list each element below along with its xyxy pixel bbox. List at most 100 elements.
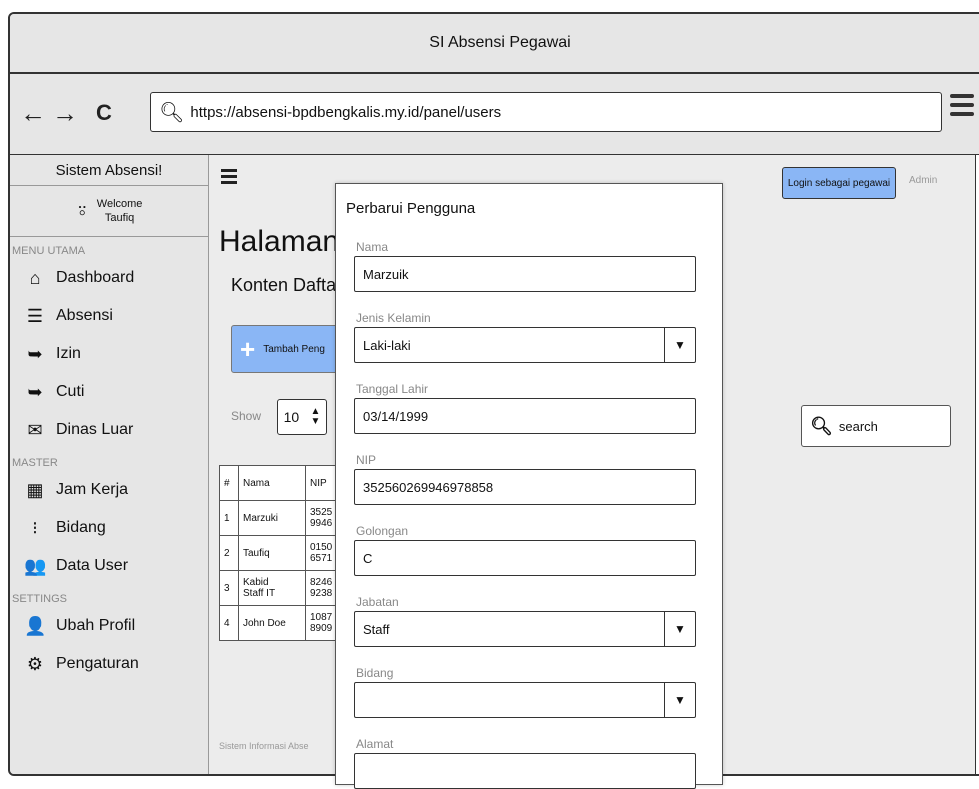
sidebar-item-data-user[interactable]: 👥 Data User xyxy=(10,547,208,585)
field-label: Golongan xyxy=(356,524,409,538)
search-icon: 🔍︎ xyxy=(810,415,833,436)
jabatan-select[interactable]: Staff ▼ xyxy=(354,611,696,647)
chevron-down-icon: ▼ xyxy=(664,328,695,362)
login-as-pegawai-button[interactable]: Login sebagai pegawai xyxy=(782,167,896,199)
list-icon: ☰ xyxy=(26,305,44,326)
window-titlebar: SI Absensi Pegawai xyxy=(10,14,979,74)
sidebar-item-label: Ubah Profil xyxy=(56,617,136,634)
field-label: Jabatan xyxy=(356,595,399,609)
search-placeholder: search xyxy=(838,418,878,434)
sidebar-nav: MENU UTAMA ⌂ Dashboard ☰ Absensi ➥ Izin ➥ Cuti ✉ D… xyxy=(10,237,208,683)
users-icon: 👥 xyxy=(24,555,47,576)
golongan-field[interactable]: C xyxy=(354,540,696,576)
signin-icon: ➥ xyxy=(27,343,43,364)
page-subtitle: Konten Dafta xyxy=(231,275,337,295)
field-value: Marzuik xyxy=(363,266,409,282)
update-user-modal: Perbarui Pengguna Nama Marzuik Jenis Kelam… xyxy=(335,183,723,789)
show-label: Show xyxy=(231,409,262,423)
window-title: SI Absensi Pegawai xyxy=(429,34,571,51)
nip-field[interactable]: 352560269946978858 xyxy=(354,469,696,505)
sidebar-item-dinas-luar[interactable]: ✉ Dinas Luar xyxy=(10,411,208,449)
sidebar-item-bidang[interactable]: ⁝ Bidang xyxy=(10,509,208,547)
stepper-icon: ▲ ▼ xyxy=(310,406,321,427)
browser-menu-icon[interactable] xyxy=(950,94,974,121)
sidebar-section-title: SETTINGS xyxy=(12,593,68,605)
table-cell: 2 xyxy=(219,535,239,571)
grid-icon: ⁝ xyxy=(32,517,38,538)
page-size-value: 10 xyxy=(283,409,300,425)
field-value: C xyxy=(363,550,373,566)
sidebar-item-dashboard[interactable]: ⌂ Dashboard xyxy=(10,259,208,297)
table-search-input[interactable]: 🔍︎ search xyxy=(801,405,951,447)
sidebar-item-absensi[interactable]: ☰ Absensi xyxy=(10,297,208,335)
tanggal-lahir-field[interactable]: 03/14/1999 xyxy=(354,398,696,434)
home-icon: ⌂ xyxy=(29,267,41,288)
welcome-user: Taufiq xyxy=(104,212,135,224)
user-icon: 👤 xyxy=(24,615,47,636)
field-label: Alamat xyxy=(356,737,394,751)
sidebar-item-label: Pengaturan xyxy=(56,655,139,672)
jenis-kelamin-select[interactable]: Laki-laki ▼ xyxy=(354,327,696,363)
table-header[interactable]: # xyxy=(219,465,239,501)
table-cell: 4 xyxy=(219,605,239,641)
url-bar[interactable]: 🔍︎ https://absensi-bpdbengkalis.my.id/pa… xyxy=(150,92,942,132)
calendar-icon: ▦ xyxy=(26,479,44,500)
sidebar-item-ubah-profil[interactable]: 👤 Ubah Profil xyxy=(10,607,208,645)
field-label: Tanggal Lahir xyxy=(356,382,429,396)
sidebar-item-label: Bidang xyxy=(56,519,106,536)
search-icon: 🔍︎ xyxy=(159,101,185,124)
field-label: NIP xyxy=(356,453,377,467)
page-title: Halaman xyxy=(219,225,340,258)
sidebar: Sistem Absensi! ⍤ Welcome Taufiq MENU UTA… xyxy=(10,155,209,774)
sidebar-item-label: Absensi xyxy=(56,307,113,324)
forward-button[interactable]: → xyxy=(52,98,78,128)
field-label: Jenis Kelamin xyxy=(356,311,431,325)
gear-icon: ⚙ xyxy=(26,653,44,674)
add-user-label: Tambah Peng xyxy=(263,343,325,355)
table-cell: John Doe xyxy=(238,605,306,641)
envelope-icon: ✉ xyxy=(27,419,43,440)
field-value: 352560269946978858 xyxy=(363,479,494,495)
field-value: Staff xyxy=(363,621,390,637)
plus-icon: + xyxy=(240,334,256,364)
welcome-text: Welcome xyxy=(96,198,143,210)
reload-button[interactable]: C xyxy=(96,98,112,128)
sidebar-toggle-icon[interactable] xyxy=(221,169,237,187)
url-text: https://absensi-bpdbengkalis.my.id/panel… xyxy=(190,103,502,121)
page-scrollbar[interactable] xyxy=(975,155,979,774)
field-value: 03/14/1999 xyxy=(363,408,429,424)
table-cell: Kabid Staff IT xyxy=(238,570,306,606)
role-label: Admin xyxy=(909,175,938,186)
browser-navbar: ← → C 🔍︎ https://absensi-bpdbengkalis.my… xyxy=(10,74,979,156)
table-cell: Marzuki xyxy=(238,500,306,536)
field-value: Laki-laki xyxy=(363,337,411,353)
sidebar-item-jam-kerja[interactable]: ▦ Jam Kerja xyxy=(10,471,208,509)
signin-icon: ➥ xyxy=(27,381,43,402)
user-circle-icon: ⍤ xyxy=(75,198,89,223)
sidebar-item-label: Dinas Luar xyxy=(56,421,134,438)
sidebar-item-cuti[interactable]: ➥ Cuti xyxy=(10,373,208,411)
sidebar-item-izin[interactable]: ➥ Izin xyxy=(10,335,208,373)
table-cell: Taufiq xyxy=(238,535,306,571)
back-button[interactable]: ← xyxy=(20,98,46,128)
sidebar-item-label: Data User xyxy=(56,557,129,574)
sidebar-brand: Sistem Absensi! xyxy=(10,155,208,186)
page-size-select[interactable]: 10 ▲ ▼ xyxy=(277,399,327,435)
table-cell: 3 xyxy=(219,570,239,606)
nama-field[interactable]: Marzuik xyxy=(354,256,696,292)
sidebar-section-title: MASTER xyxy=(12,457,58,469)
sidebar-item-label: Izin xyxy=(56,345,81,362)
chevron-down-icon: ▼ xyxy=(664,683,695,717)
footer-text: Sistem Informasi Abse xyxy=(219,741,309,751)
sidebar-item-label: Cuti xyxy=(56,383,85,400)
modal-title: Perbarui Pengguna xyxy=(346,200,476,217)
field-label: Nama xyxy=(356,240,389,254)
alamat-field[interactable] xyxy=(354,753,696,789)
sidebar-item-pengaturan[interactable]: ⚙ Pengaturan xyxy=(10,645,208,683)
sidebar-item-label: Dashboard xyxy=(56,269,135,286)
table-cell: 1 xyxy=(219,500,239,536)
field-label: Bidang xyxy=(356,666,394,680)
table-header[interactable]: Nama xyxy=(238,465,306,501)
bidang-select[interactable]: ▼ xyxy=(354,682,696,718)
sidebar-section-title: MENU UTAMA xyxy=(12,245,86,257)
